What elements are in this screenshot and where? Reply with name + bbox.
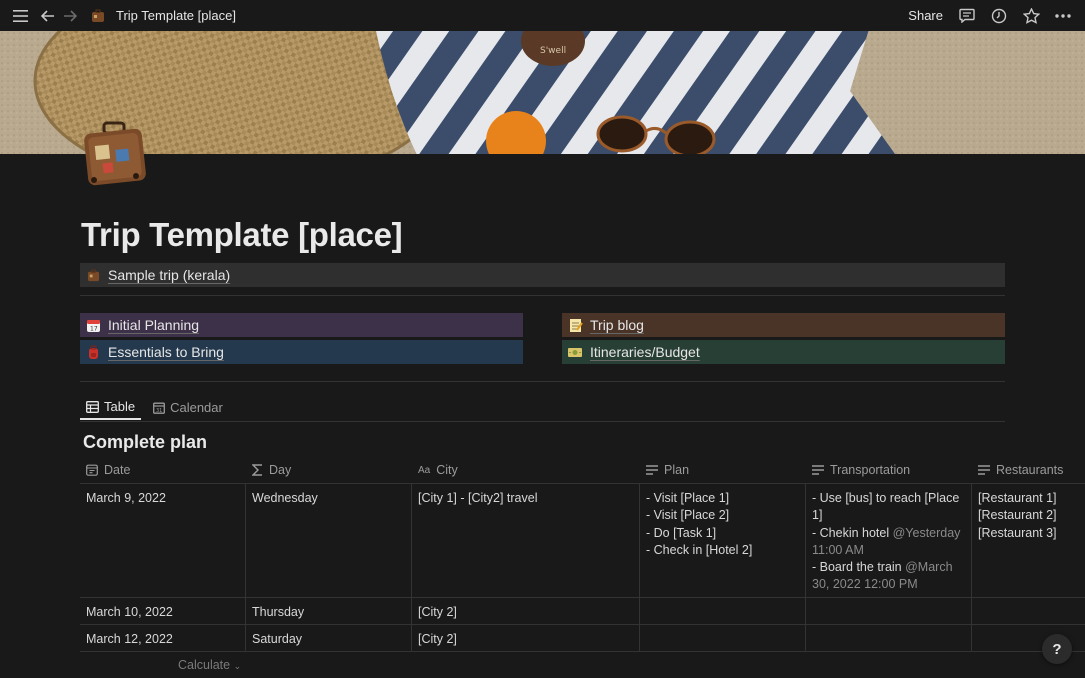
plan-table: Date Day Aa City Plan Transportation Res… — [80, 457, 1085, 652]
cell-day[interactable]: Wednesday — [246, 484, 412, 597]
cell-date[interactable]: March 9, 2022 — [80, 484, 246, 597]
tab-calendar[interactable]: 31 Calendar — [147, 395, 229, 420]
cell-restaurants[interactable]: [Restaurant 1] [Restaurant 2] [Restauran… — [972, 484, 1085, 597]
text-property-icon: Aa — [418, 464, 431, 476]
tab-table-label: Table — [104, 399, 136, 414]
cell-plan[interactable] — [640, 598, 806, 624]
view-tabs: Table 31 Calendar — [80, 395, 229, 422]
initial-planning-label: Initial Planning — [108, 317, 200, 333]
divider — [80, 381, 1005, 382]
cell-city[interactable]: [City 2] — [412, 625, 640, 651]
cover-image[interactable]: S'well — [0, 31, 1085, 154]
cell-plan[interactable] — [640, 625, 806, 651]
calculate-label: Calculate — [178, 658, 231, 672]
column-label: Day — [269, 463, 292, 477]
itineraries-budget-label: Itineraries/Budget — [590, 344, 700, 360]
table-row[interactable]: March 10, 2022 Thursday [City 2] — [80, 598, 1085, 625]
transport-line: - Board the train @March 30, 2022 12:00 … — [812, 559, 965, 594]
calendar-icon: 17 — [84, 316, 102, 334]
transport-line: - Use [bus] to reach [Place 1] — [812, 491, 960, 523]
column-header-date[interactable]: Date — [80, 457, 246, 483]
cell-day[interactable]: Saturday — [246, 625, 412, 651]
lines-icon — [646, 465, 658, 475]
column-header-restaurants[interactable]: Restaurants — [972, 457, 1085, 483]
cell-city[interactable]: [City 2] — [412, 598, 640, 624]
column-header-city[interactable]: Aa City — [412, 457, 640, 483]
page-title[interactable]: Trip Template [place] — [81, 216, 403, 254]
restaurant-line: [Restaurant 3] — [978, 525, 1057, 540]
sample-trip-link[interactable]: Sample trip (kerala) — [80, 263, 1005, 287]
back-arrow-icon[interactable] — [38, 6, 58, 26]
star-icon[interactable] — [1021, 6, 1041, 26]
cell-city[interactable]: [City 1] - [City2] travel — [412, 484, 640, 597]
column-header-day[interactable]: Day — [246, 457, 412, 483]
table-row[interactable]: March 12, 2022 Saturday [City 2] — [80, 625, 1085, 652]
calendar-view-icon: 31 — [153, 402, 166, 414]
itineraries-budget-link[interactable]: Itineraries/Budget — [562, 340, 1005, 364]
history-clock-icon[interactable] — [989, 6, 1009, 26]
svg-text:17: 17 — [90, 325, 98, 332]
column-label: Transportation — [830, 463, 911, 477]
column-header-plan[interactable]: Plan — [640, 457, 806, 483]
suitcase-icon — [88, 6, 108, 26]
column-header-transportation[interactable]: Transportation — [806, 457, 972, 483]
table-header: Date Day Aa City Plan Transportation Res… — [80, 457, 1085, 484]
column-label: Plan — [664, 463, 690, 477]
help-button[interactable]: ? — [1042, 634, 1072, 664]
transport-text: - Chekin hotel — [812, 525, 893, 540]
backpack-icon — [84, 343, 102, 361]
calculate-button[interactable]: Calculate ⌄ — [178, 658, 241, 672]
cell-transportation[interactable] — [806, 625, 972, 651]
menu-icon[interactable] — [10, 6, 30, 26]
chevron-down-icon: ⌄ — [233, 661, 242, 671]
column-label: Restaurants — [996, 463, 1064, 477]
essentials-to-bring-link[interactable]: Essentials to Bring — [80, 340, 523, 364]
transport-text: - Board the train — [812, 560, 906, 575]
trip-blog-link[interactable]: Trip blog — [562, 313, 1005, 337]
trip-blog-label: Trip blog — [590, 317, 644, 333]
top-bar: Trip Template [place] Share — [0, 0, 1085, 31]
sigma-icon — [252, 464, 263, 476]
share-button[interactable]: Share — [908, 8, 943, 23]
cell-transportation[interactable]: - Use [bus] to reach [Place 1] - Chekin … — [806, 484, 972, 597]
divider — [80, 295, 1005, 296]
cell-restaurants[interactable] — [972, 598, 1085, 624]
restaurant-line: [Restaurant 2] — [978, 508, 1057, 523]
lines-icon — [978, 465, 990, 475]
svg-text:31: 31 — [156, 408, 162, 414]
column-label: City — [436, 463, 458, 477]
divider — [80, 421, 1005, 422]
table-icon — [86, 400, 99, 413]
forward-arrow-icon[interactable] — [60, 6, 80, 26]
money-icon — [566, 343, 584, 361]
lines-icon — [812, 465, 824, 475]
tab-calendar-label: Calendar — [170, 400, 223, 415]
svg-text:S'well: S'well — [540, 46, 566, 56]
memo-icon — [566, 316, 584, 334]
cell-date[interactable]: March 12, 2022 — [80, 625, 246, 651]
database-title[interactable]: Complete plan — [83, 432, 207, 453]
plan-line: - Check in [Hotel 2] — [646, 542, 753, 557]
breadcrumb-title[interactable]: Trip Template [place] — [116, 8, 236, 23]
plan-line: - Visit [Place 1] — [646, 491, 730, 505]
cell-transportation[interactable] — [806, 598, 972, 624]
calendar-property-icon — [86, 464, 98, 476]
tab-table[interactable]: Table — [80, 395, 142, 420]
table-row[interactable]: March 9, 2022 Wednesday [City 1] - [City… — [80, 484, 1085, 598]
sample-trip-label: Sample trip (kerala) — [108, 267, 231, 283]
cell-date[interactable]: March 10, 2022 — [80, 598, 246, 624]
cell-plan[interactable]: - Visit [Place 1] - Visit [Place 2] - Do… — [640, 484, 806, 597]
more-options-icon[interactable] — [1053, 6, 1073, 26]
plan-line: - Visit [Place 2] — [646, 508, 730, 523]
suitcase-icon[interactable] — [82, 120, 148, 186]
column-label: Date — [104, 463, 131, 477]
initial-planning-link[interactable]: 17 Initial Planning — [80, 313, 523, 337]
transport-line: - Chekin hotel @Yesterday 11:00 AM — [812, 525, 965, 560]
comment-icon[interactable] — [957, 6, 977, 26]
restaurant-line: [Restaurant 1] — [978, 491, 1057, 505]
plan-line: - Do [Task 1] — [646, 525, 717, 540]
essentials-to-bring-label: Essentials to Bring — [108, 344, 224, 360]
cell-day[interactable]: Thursday — [246, 598, 412, 624]
suitcase-icon — [84, 266, 102, 284]
